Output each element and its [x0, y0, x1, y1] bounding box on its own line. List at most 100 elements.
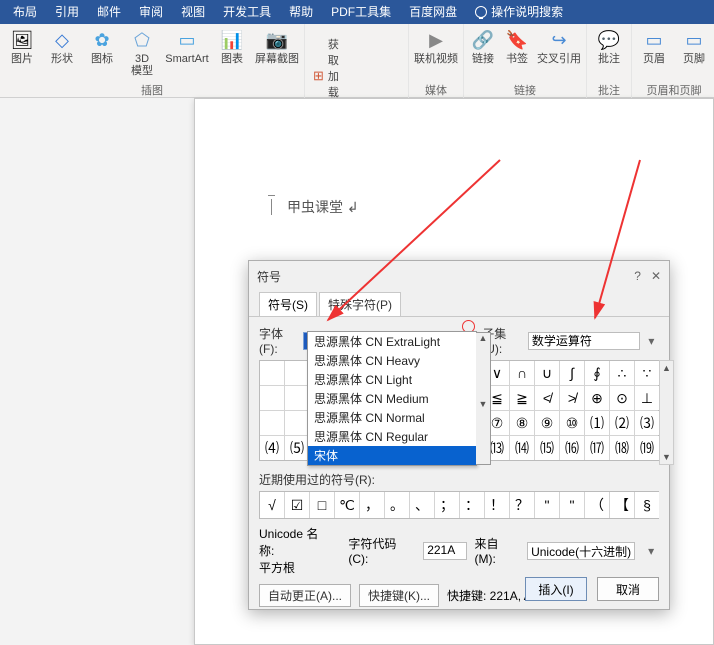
symbol-cell[interactable]: [260, 386, 284, 410]
scroll-down-icon[interactable]: ▼: [662, 452, 671, 462]
symbol-cell[interactable]: ∮: [585, 361, 609, 385]
font-option[interactable]: 思源黑体 CN Heavy: [308, 351, 476, 370]
tab-special[interactable]: 特殊字符(P): [319, 292, 401, 316]
symbol-cell[interactable]: ⑧: [510, 411, 534, 435]
insert-button[interactable]: 插入(I): [525, 577, 587, 601]
scroll-down-icon[interactable]: ▼: [476, 399, 490, 465]
btn-shapes[interactable]: ◇形状: [44, 28, 80, 65]
symbol-cell[interactable]: ∫: [560, 361, 584, 385]
symbol-cell[interactable]: ⒃: [560, 436, 584, 460]
recent-symbol-cell[interactable]: ": [560, 492, 584, 518]
symbol-cell[interactable]: ⑵: [610, 411, 634, 435]
scroll-up-icon[interactable]: ▲: [476, 333, 490, 399]
cancel-button[interactable]: 取消: [597, 577, 659, 601]
font-option[interactable]: 思源黑体 CN Regular: [308, 427, 476, 446]
symbol-cell[interactable]: [285, 411, 309, 435]
btn-icons[interactable]: ✿图标: [84, 28, 120, 65]
recent-symbol-cell[interactable]: ": [535, 492, 559, 518]
btn-chart[interactable]: 📊图表: [214, 28, 250, 65]
recent-symbol-cell[interactable]: ☑: [285, 492, 309, 518]
btn-header[interactable]: ▭页眉: [636, 28, 672, 65]
symbol-cell[interactable]: [260, 361, 284, 385]
cube-icon: ⬠: [130, 28, 154, 52]
btn-footer[interactable]: ▭页脚: [676, 28, 712, 65]
symbol-cell[interactable]: ⒆: [635, 436, 659, 460]
symbol-cell[interactable]: ⒁: [510, 436, 534, 460]
tab-dev[interactable]: 开发工具: [214, 0, 280, 24]
from-caret-icon[interactable]: ▾: [643, 544, 659, 558]
recent-symbol-cell[interactable]: ？: [510, 492, 534, 518]
btn-smartart[interactable]: ▭SmartArt: [164, 28, 210, 65]
symbol-cell[interactable]: ⑶: [635, 411, 659, 435]
subset-combo[interactable]: 数学运算符: [528, 332, 640, 350]
btn-3d[interactable]: ⬠3D 模型: [124, 28, 160, 77]
btn-picture[interactable]: 🖼图片: [4, 28, 40, 65]
btn-link[interactable]: 🔗链接: [468, 28, 498, 65]
symbol-cell[interactable]: ⑴: [585, 411, 609, 435]
btn-crossref[interactable]: ↪交叉引用: [536, 28, 582, 65]
font-option[interactable]: 思源黑体 CN ExtraLight: [308, 332, 476, 351]
scroll-up-icon[interactable]: ▲: [662, 363, 671, 373]
tab-view[interactable]: 视图: [172, 0, 214, 24]
symbol-cell[interactable]: ⊙: [610, 386, 634, 410]
symbol-cell[interactable]: ⒄: [585, 436, 609, 460]
symbol-cell[interactable]: ⊥: [635, 386, 659, 410]
symbol-cell[interactable]: ⑸: [285, 436, 309, 460]
btn-comment[interactable]: 💬批注: [591, 28, 627, 65]
btn-online-video[interactable]: ▶联机视频: [413, 28, 459, 65]
symbol-cell[interactable]: ≧: [510, 386, 534, 410]
tab-ref[interactable]: 引用: [46, 0, 88, 24]
dropdown-scrollbar[interactable]: ▲▼: [476, 332, 491, 465]
recent-symbol-cell[interactable]: ；: [435, 492, 459, 518]
font-option-selected[interactable]: 宋体: [308, 446, 476, 465]
close-icon[interactable]: ✕: [651, 269, 661, 283]
symbol-cell[interactable]: ≮: [535, 386, 559, 410]
code-field[interactable]: 221A: [423, 542, 466, 560]
recent-symbol-cell[interactable]: √: [260, 492, 284, 518]
font-option[interactable]: 思源黑体 CN Medium: [308, 389, 476, 408]
autocorrect-button[interactable]: 自动更正(A)...: [259, 584, 351, 607]
from-combo[interactable]: Unicode(十六进制): [527, 542, 635, 560]
recent-symbol-cell[interactable]: ，: [360, 492, 384, 518]
recent-symbol-cell[interactable]: 、: [410, 492, 434, 518]
symbol-cell[interactable]: ⊕: [585, 386, 609, 410]
tab-baidu[interactable]: 百度网盘: [400, 0, 466, 24]
shortcut-button[interactable]: 快捷键(K)...: [359, 584, 439, 607]
recent-symbol-cell[interactable]: 。: [385, 492, 409, 518]
symbol-cell[interactable]: ∴: [610, 361, 634, 385]
symbol-cell[interactable]: ∪: [535, 361, 559, 385]
recent-symbol-cell[interactable]: ：: [460, 492, 484, 518]
recent-symbol-cell[interactable]: □: [310, 492, 334, 518]
subset-caret-icon[interactable]: ▾: [644, 334, 659, 348]
tab-mail[interactable]: 邮件: [88, 0, 130, 24]
recent-symbol-cell[interactable]: ℃: [335, 492, 359, 518]
grid-scrollbar[interactable]: ▲▼: [659, 360, 674, 465]
recent-symbol-cell[interactable]: ！: [485, 492, 509, 518]
recent-symbol-cell[interactable]: （: [585, 492, 609, 518]
symbol-cell[interactable]: ⑨: [535, 411, 559, 435]
font-option[interactable]: 思源黑体 CN Normal: [308, 408, 476, 427]
help-icon[interactable]: ?: [634, 269, 641, 283]
font-option[interactable]: 思源黑体 CN Light: [308, 370, 476, 389]
tab-pdf[interactable]: PDF工具集: [322, 0, 400, 24]
symbol-cell[interactable]: ⒂: [535, 436, 559, 460]
tab-layout[interactable]: 布局: [4, 0, 46, 24]
symbol-cell[interactable]: ⑩: [560, 411, 584, 435]
symbol-cell[interactable]: [285, 386, 309, 410]
symbol-cell[interactable]: ⒅: [610, 436, 634, 460]
symbol-cell[interactable]: [260, 411, 284, 435]
btn-bookmark[interactable]: 🔖书签: [502, 28, 532, 65]
tell-me-search[interactable]: 操作说明搜索: [466, 0, 572, 24]
tab-help[interactable]: 帮助: [280, 0, 322, 24]
tab-review[interactable]: 审阅: [130, 0, 172, 24]
symbol-cell[interactable]: ∵: [635, 361, 659, 385]
symbol-cell[interactable]: [285, 361, 309, 385]
tab-symbols[interactable]: 符号(S): [259, 292, 317, 316]
recent-symbol-cell[interactable]: 【: [610, 492, 634, 518]
symbol-cell[interactable]: ≯: [560, 386, 584, 410]
btn-screenshot[interactable]: 📷屏幕截图: [254, 28, 300, 65]
recent-symbol-cell[interactable]: §: [635, 492, 659, 518]
dialog-titlebar[interactable]: 符号 ? ✕: [249, 261, 669, 291]
symbol-cell[interactable]: ∩: [510, 361, 534, 385]
symbol-cell[interactable]: ⑷: [260, 436, 284, 460]
